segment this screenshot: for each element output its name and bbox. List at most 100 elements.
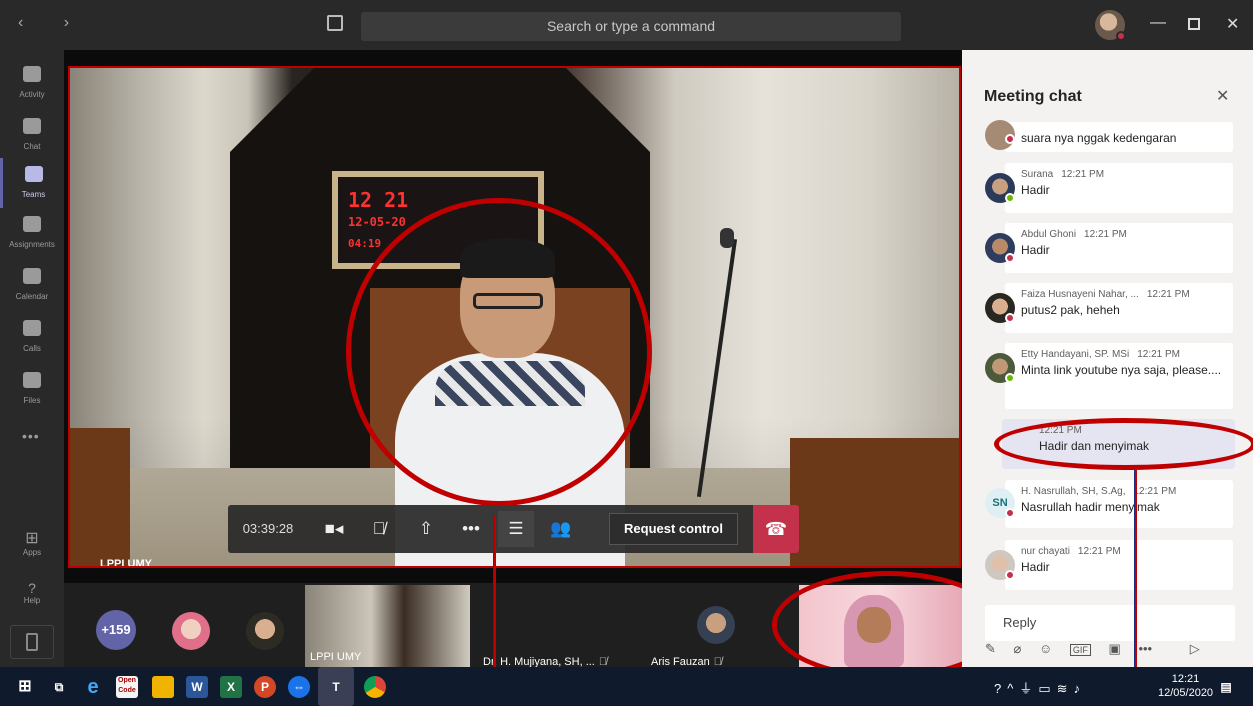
chat-icon	[23, 118, 41, 134]
presence-busy-icon	[1005, 508, 1015, 518]
rail-item-label: Apps	[22, 548, 42, 557]
chat-message: Surana 12:21 PM Hadir	[1005, 163, 1233, 213]
chat-message-text: Hadir	[1021, 243, 1050, 257]
presence-busy-icon	[1005, 253, 1015, 263]
rail-item-help[interactable]: ? Help	[0, 580, 64, 605]
chat-time: 12:21 PM	[1061, 169, 1105, 180]
compose-icon[interactable]	[327, 15, 343, 31]
format-icon[interactable]: ✎	[985, 641, 996, 657]
chat-message-text: Nasrullah hadir menyimak	[1021, 500, 1160, 514]
gif-icon[interactable]: GIF	[1069, 644, 1091, 656]
rail-item-label: Teams	[21, 190, 46, 199]
send-icon[interactable]: ▷	[1190, 641, 1200, 657]
opencode-icon[interactable]: Open Code	[116, 676, 138, 698]
help-icon[interactable]: ?	[994, 681, 1007, 696]
close-window-icon[interactable]: ✕	[1226, 14, 1239, 34]
participant-avatar[interactable]	[246, 612, 284, 650]
file-icon	[23, 372, 41, 388]
more-options-icon[interactable]: •••	[1138, 641, 1152, 656]
teams-taskbar-icon[interactable]: T	[318, 667, 354, 706]
device-icon[interactable]	[10, 625, 54, 659]
more-participants-badge[interactable]: +159	[96, 610, 136, 650]
call-timer: 03:39:28	[242, 521, 294, 536]
close-icon[interactable]: ✕	[1216, 86, 1229, 106]
chat-sender: nur chayati	[1021, 546, 1070, 557]
powerpoint-icon[interactable]: P	[254, 676, 276, 698]
search-input[interactable]: Search or type a command	[361, 12, 901, 41]
chat-message: H. Nasrullah, SH, S.Ag, 12:21 PM Nasrulla…	[1005, 480, 1233, 528]
chrome-icon[interactable]	[364, 676, 386, 698]
windows-start-icon[interactable]: ⊞	[14, 676, 36, 698]
nav-arrows[interactable]: ‹ ›	[18, 14, 87, 32]
task-view-icon[interactable]: ⧉	[48, 676, 70, 698]
chevron-up-icon[interactable]: ^	[1007, 681, 1019, 696]
more-apps-icon[interactable]: •••	[22, 428, 40, 444]
chat-time: 12:21 PM	[1084, 229, 1127, 240]
mic-stand	[696, 238, 738, 498]
phone-icon	[23, 320, 41, 336]
rail-item-assignments[interactable]: Assignments	[0, 208, 64, 258]
participants-icon[interactable]: 👥	[543, 511, 579, 547]
clock-time: 12:21	[1171, 673, 1200, 685]
participant-avatar[interactable]	[697, 606, 735, 644]
maximize-icon[interactable]	[1188, 18, 1200, 30]
attach-icon[interactable]: ⌀	[1014, 641, 1022, 657]
participant-name: LPPI UMY	[310, 651, 362, 663]
chat-title: Meeting chat	[984, 88, 1082, 105]
annotation-circle	[346, 198, 652, 506]
presence-busy-icon	[1005, 134, 1015, 144]
rail-item-activity[interactable]: Activity	[0, 58, 64, 108]
hang-up-button[interactable]: ☎	[753, 505, 799, 553]
teamviewer-icon[interactable]: ⇔	[288, 676, 310, 698]
chat-message-text: suara nya nggak kedengaran	[1021, 131, 1177, 145]
clock-date: 12-05-20	[348, 215, 406, 229]
edge-icon[interactable]: e	[82, 676, 104, 698]
rail-item-label: Chat	[23, 142, 41, 151]
notifications-icon[interactable]: ▤	[1215, 676, 1237, 698]
file-explorer-icon[interactable]	[152, 676, 174, 698]
presence-available-icon	[1005, 373, 1015, 383]
reply-input[interactable]: Reply	[985, 605, 1235, 641]
microphone	[720, 228, 734, 248]
rail-item-label: Help	[23, 596, 41, 605]
title-bar: ‹ › Search or type a command — ✕	[0, 0, 1253, 50]
camera-icon[interactable]: ■◂	[316, 511, 352, 547]
mic-muted-icon[interactable]: 🎙̸	[361, 511, 397, 547]
battery-icon[interactable]: ▭	[1038, 681, 1056, 696]
call-controls: 03:39:28 ■◂ 🎙̸ ⇧ ••• ☰ 👥 Request control…	[228, 505, 799, 553]
chat-message: nur chayati 12:21 PM Hadir	[1005, 540, 1233, 590]
chat-sender: H. Nasrullah, SH, S.Ag,	[1021, 486, 1126, 497]
rail-item-label: Calls	[23, 344, 41, 353]
chat-sender: Faiza Husnayeni Nahar, ...	[1021, 289, 1139, 300]
wifi-icon[interactable]: ≋	[1057, 681, 1074, 696]
rail-item-files[interactable]: Files	[0, 364, 64, 414]
usb-icon[interactable]: ⏚	[1019, 681, 1038, 696]
share-screen-icon[interactable]: ⇧	[408, 511, 444, 547]
rail-item-apps[interactable]: ⊞ Apps	[0, 528, 64, 557]
taskbar-clock[interactable]: 12:21 12/05/2020	[1158, 672, 1213, 700]
presence-available-icon	[1005, 193, 1015, 203]
rail-item-label: Assignments	[9, 240, 55, 249]
participant-thumbnail[interactable]: LPPI UMY	[305, 585, 470, 667]
rail-item-teams[interactable]: Teams	[0, 158, 64, 208]
sticker-icon[interactable]: ▣	[1109, 641, 1121, 657]
rail-item-chat[interactable]: Chat	[0, 110, 64, 160]
calendar-icon	[23, 268, 41, 284]
clock-date: 12/05/2020	[1158, 687, 1214, 699]
word-icon[interactable]: W	[186, 676, 208, 698]
excel-icon[interactable]: X	[220, 676, 242, 698]
rail-item-calls[interactable]: Calls	[0, 312, 64, 362]
request-control-button[interactable]: Request control	[609, 513, 738, 545]
chat-toggle-icon[interactable]: ☰	[498, 511, 534, 547]
bench	[70, 428, 130, 566]
rail-item-label: Calendar	[15, 292, 49, 301]
participant-avatar[interactable]	[172, 612, 210, 650]
bell-icon	[23, 66, 41, 82]
emoji-icon[interactable]: ☺	[1039, 641, 1052, 656]
rail-item-calendar[interactable]: Calendar	[0, 260, 64, 310]
minimize-icon[interactable]: —	[1150, 14, 1166, 32]
meeting-chat-panel: Meeting chat ✕ suara nya nggak kedengara…	[962, 50, 1253, 667]
more-options-icon[interactable]: •••	[453, 511, 489, 547]
chat-time: 12:21 PM	[1146, 289, 1190, 300]
volume-icon[interactable]: ♪	[1074, 681, 1087, 696]
